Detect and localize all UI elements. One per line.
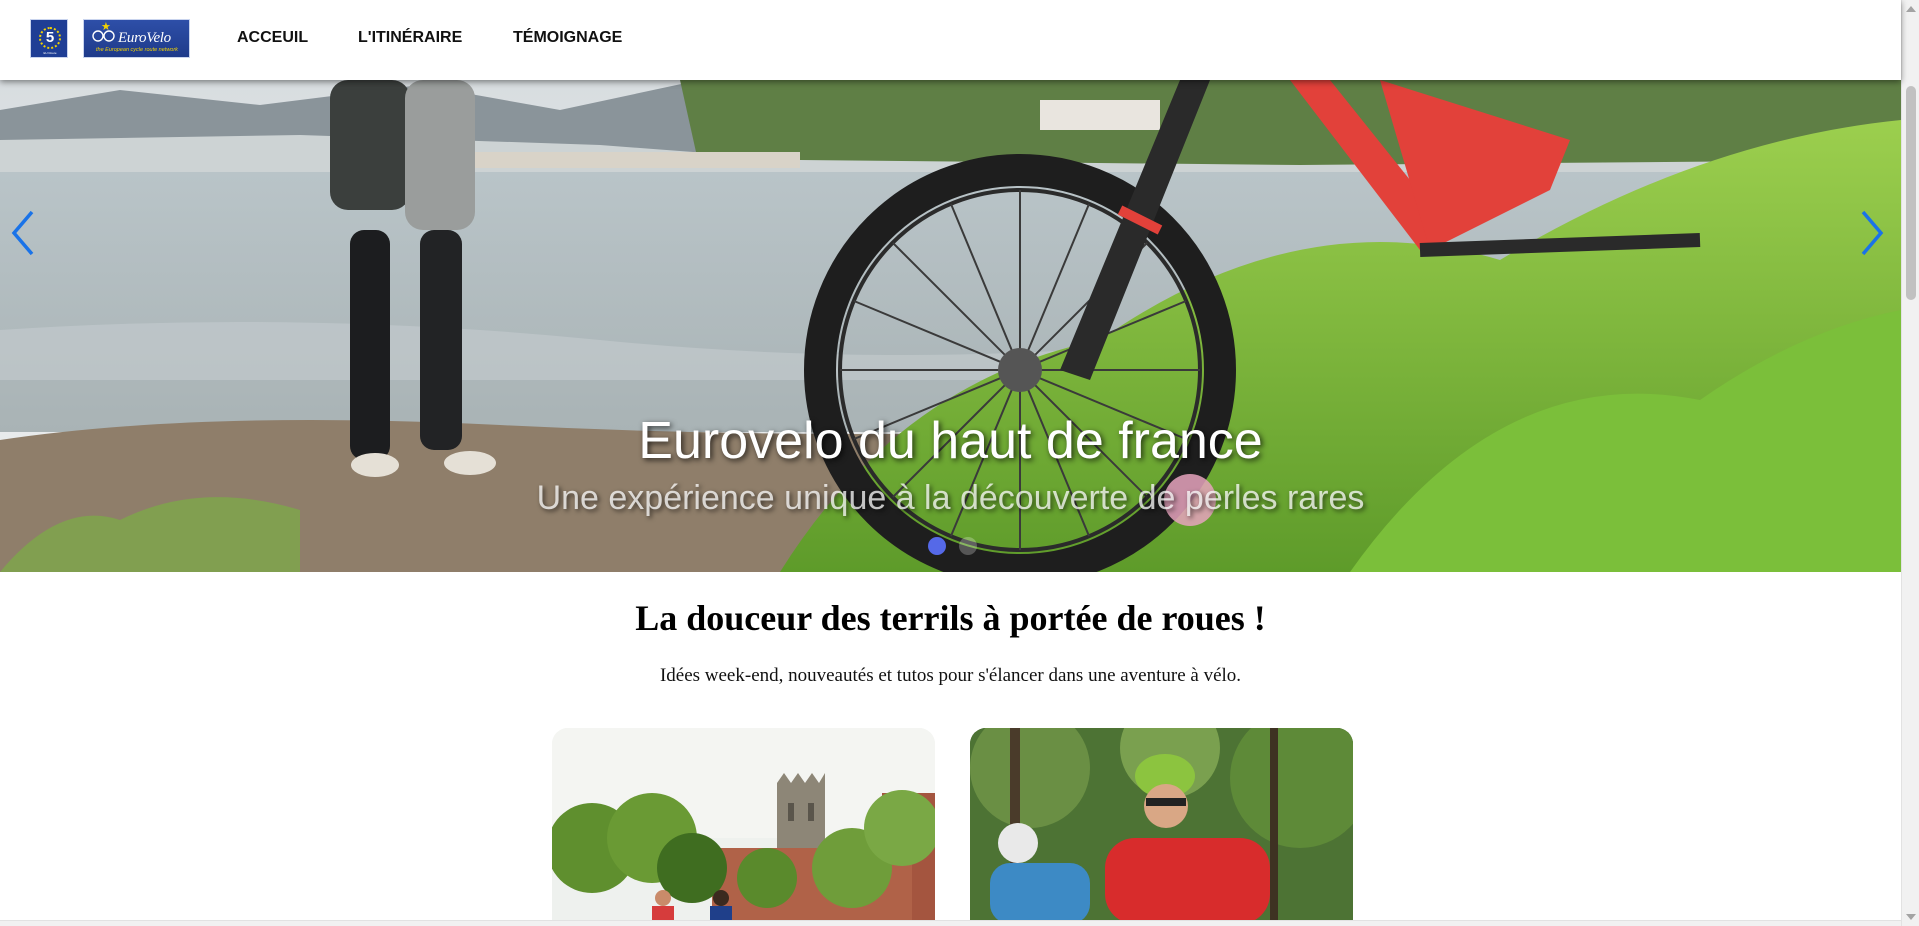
vertical-scrollbar[interactable] [1901,0,1919,926]
eu-route-number: 5 [45,29,55,46]
nav-link-accueil[interactable]: ACCEUIL [237,27,308,49]
hero-title: Eurovelo du haut de france [638,412,1263,470]
eurovelo-logo[interactable]: ★ EuroVelo the European cycle route netw… [83,19,190,58]
cathedral-cyclists-photo [552,728,935,924]
chevron-right-icon[interactable] [1857,208,1887,258]
section-description: Idées week-end, nouveautés et tutos pour… [659,665,1242,686]
scroll-down-arrow-icon[interactable] [1906,914,1916,920]
site-header: 5 EU Route ★ EuroVelo the European cycle… [0,0,1901,80]
eurovelo-tagline: the European cycle route network [96,47,178,53]
horizontal-scrollbar[interactable] [0,920,1901,926]
cycle-wheels-icon [92,30,115,42]
section-title: La douceur des terrils à portée de roues… [635,598,1266,638]
nav-link-itineraire[interactable]: L'ITINÉRAIRE [358,27,462,49]
carousel-pagination [928,537,985,557]
eurovelo-brand: EuroVelo [118,30,171,46]
chevron-left-icon[interactable] [8,208,38,258]
scroll-up-arrow-icon[interactable] [1906,6,1916,12]
article-card-2[interactable] [970,728,1353,924]
article-card-1[interactable] [552,728,935,924]
scrollbar-thumb[interactable] [1906,86,1916,300]
nav-link-temoignage[interactable]: TÉMOIGNAGE [513,27,622,49]
hero-carousel: Eurovelo du haut de france Une expérienc… [0,80,1901,572]
hero-subtitle: Une expérience unique à la découverte de… [536,479,1365,517]
eu-route-caption: EU Route [43,51,57,55]
forest-mountain-bikers-photo [970,728,1353,924]
carousel-dot-1[interactable] [928,537,946,555]
carousel-dot-2[interactable] [959,537,978,555]
eu-route-logo[interactable]: 5 EU Route [30,19,68,58]
